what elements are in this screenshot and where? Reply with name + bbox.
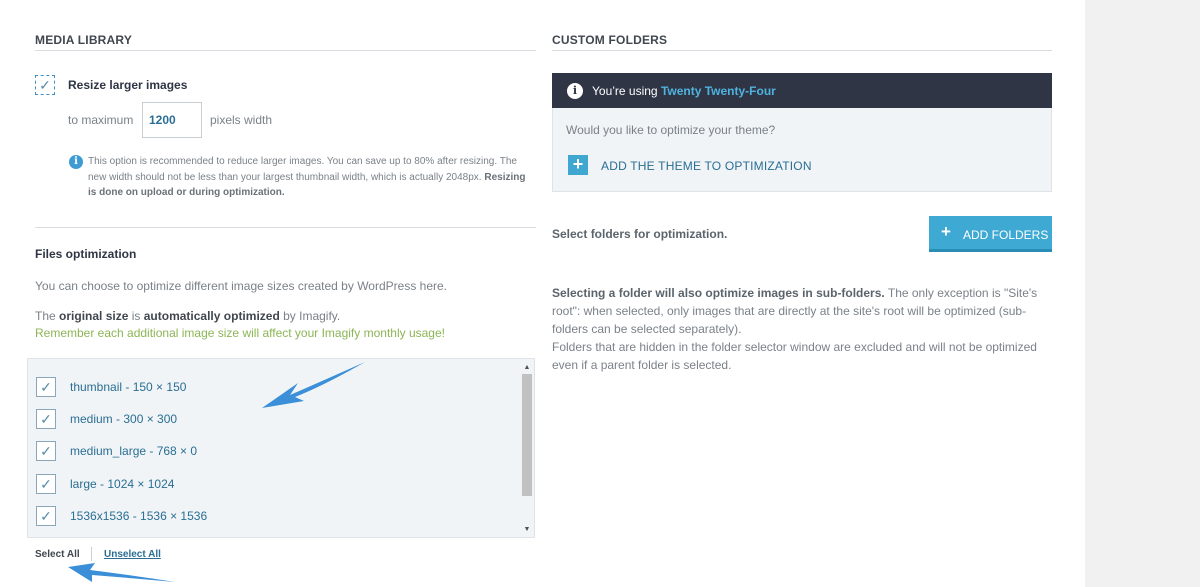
arrow-annotation <box>262 362 365 408</box>
settings-panel: MEDIA LIBRARY ✓ Resize larger images to … <box>0 0 1085 587</box>
arrow-annotation <box>68 563 175 582</box>
annotation-arrows <box>68 362 365 582</box>
